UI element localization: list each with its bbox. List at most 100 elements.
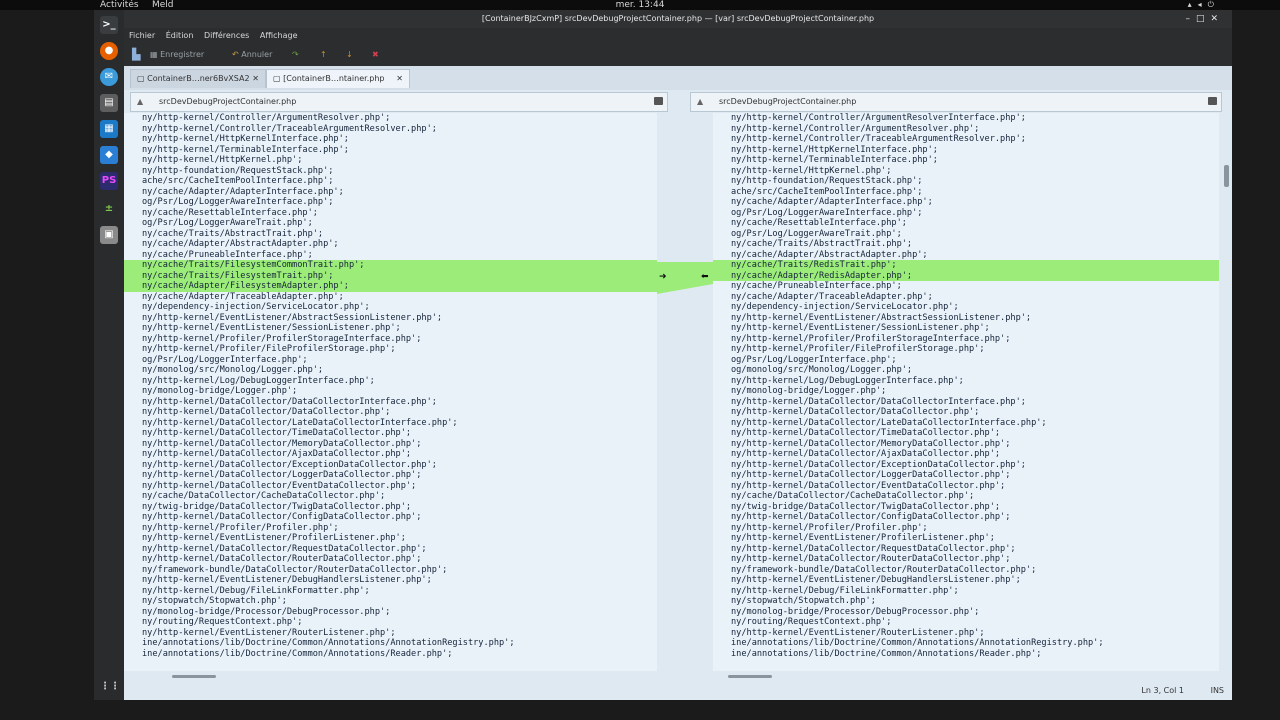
code-line[interactable]: ny/http-kernel/Profiler/FileProfilerStor… bbox=[713, 344, 1219, 355]
code-line[interactable]: ny/http-kernel/TerminableInterface.php'; bbox=[713, 155, 1219, 166]
activities-button[interactable]: Activités bbox=[100, 0, 139, 10]
code-line[interactable]: ny/http-kernel/Profiler/FileProfilerStor… bbox=[124, 344, 657, 355]
menu-view[interactable]: Affichage bbox=[260, 31, 298, 40]
code-line[interactable]: ny/http-kernel/HttpKernelInterface.php'; bbox=[124, 134, 657, 145]
code-line[interactable]: ine/annotations/lib/Doctrine/Common/Anno… bbox=[713, 649, 1219, 660]
code-line[interactable]: ny/routing/RequestContext.php'; bbox=[124, 617, 657, 628]
code-line[interactable]: ny/http-kernel/DataCollector/ExceptionDa… bbox=[713, 460, 1219, 471]
code-line[interactable]: ny/http-kernel/DataCollector/LoggerDataC… bbox=[713, 470, 1219, 481]
code-line[interactable]: ny/http-kernel/EventListener/RouterListe… bbox=[124, 628, 657, 639]
tab-comparison-2[interactable]: ▢ [ContainerB…ntainer.php ✕ bbox=[266, 69, 410, 88]
code-line[interactable]: ny/cache/Adapter/FilesystemAdapter.php'; bbox=[124, 281, 657, 292]
new-icon[interactable]: ▙ bbox=[132, 48, 140, 62]
code-line[interactable]: ny/http-kernel/EventListener/DebugHandle… bbox=[124, 575, 657, 586]
code-line[interactable]: ine/annotations/lib/Doctrine/Common/Anno… bbox=[713, 638, 1219, 649]
code-line[interactable]: ny/cache/Adapter/TraceableAdapter.php'; bbox=[124, 292, 657, 303]
code-line[interactable]: ny/http-foundation/RequestStack.php'; bbox=[713, 176, 1219, 187]
code-line[interactable]: og/monolog/src/Monolog/Logger.php'; bbox=[713, 365, 1219, 376]
code-line[interactable]: ny/http-kernel/DataCollector/RequestData… bbox=[713, 544, 1219, 555]
code-line[interactable]: ny/http-kernel/EventListener/SessionList… bbox=[124, 323, 657, 334]
code-line[interactable]: ache/src/CacheItemPoolInterface.php'; bbox=[713, 187, 1219, 198]
code-line[interactable]: ny/twig-bridge/DataCollector/TwigDataCol… bbox=[713, 502, 1219, 513]
right-horizontal-scrollbar[interactable] bbox=[728, 675, 772, 678]
code-line[interactable]: ny/http-kernel/DataCollector/EventDataCo… bbox=[124, 481, 657, 492]
tab-comparison-1[interactable]: ▢ ContainerB…ner6BvXSA2 ✕ bbox=[130, 69, 266, 88]
tab-close-icon[interactable]: ✕ bbox=[252, 70, 259, 88]
code-line[interactable]: ny/http-kernel/EventListener/RouterListe… bbox=[713, 628, 1219, 639]
code-line[interactable]: ny/http-kernel/EventListener/AbstractSes… bbox=[713, 313, 1219, 324]
code-line[interactable]: ny/cache/Adapter/AdapterInterface.php'; bbox=[124, 187, 657, 198]
code-line[interactable]: ny/cache/Adapter/TraceableAdapter.php'; bbox=[713, 292, 1219, 303]
code-line[interactable]: ny/cache/Traits/FilesystemCommonTrait.ph… bbox=[124, 260, 657, 271]
code-line[interactable]: ny/http-kernel/DataCollector/EventDataCo… bbox=[713, 481, 1219, 492]
code-line[interactable]: ny/http-kernel/DataCollector/MemoryDataC… bbox=[124, 439, 657, 450]
code-line[interactable]: ny/monolog-bridge/Logger.php'; bbox=[713, 386, 1219, 397]
code-line[interactable]: ny/cache/PruneableInterface.php'; bbox=[713, 281, 1219, 292]
code-line[interactable]: ny/routing/RequestContext.php'; bbox=[713, 617, 1219, 628]
code-line[interactable]: ny/http-kernel/DataCollector/RouterDataC… bbox=[713, 554, 1219, 565]
menu-changes[interactable]: Différences bbox=[204, 31, 249, 40]
code-line[interactable]: ny/cache/PruneableInterface.php'; bbox=[124, 250, 657, 261]
menu-file[interactable]: Fichier bbox=[129, 31, 155, 40]
close-icon[interactable]: ✕ bbox=[1210, 14, 1224, 24]
code-line[interactable]: ny/http-kernel/DataCollector/RequestData… bbox=[124, 544, 657, 555]
code-line[interactable]: ny/monolog-bridge/Logger.php'; bbox=[124, 386, 657, 397]
code-line[interactable]: ny/cache/Adapter/AbstractAdapter.php'; bbox=[713, 250, 1219, 261]
meld-icon[interactable]: ▣ bbox=[100, 226, 118, 244]
undo-button[interactable]: ↶ Annuler bbox=[232, 48, 272, 62]
app-grid-icon[interactable]: ⋮⋮ bbox=[100, 678, 120, 696]
code-line[interactable]: ny/http-kernel/Controller/ArgumentResolv… bbox=[124, 113, 657, 124]
code-line[interactable]: ny/stopwatch/Stopwatch.php'; bbox=[713, 596, 1219, 607]
left-file-name[interactable]: srcDevDebugProjectContainer.php bbox=[159, 93, 296, 111]
code-line[interactable]: ny/dependency-injection/ServiceLocator.p… bbox=[713, 302, 1219, 313]
code-line[interactable]: ny/http-kernel/EventListener/ProfilerLis… bbox=[713, 533, 1219, 544]
code-line[interactable]: ny/cache/DataCollector/CacheDataCollecto… bbox=[124, 491, 657, 502]
code-line[interactable]: ny/cache/Traits/AbstractTrait.php'; bbox=[124, 229, 657, 240]
code-line[interactable]: ny/http-kernel/Debug/FileLinkFormatter.p… bbox=[713, 586, 1219, 597]
code-line[interactable]: ny/http-kernel/DataCollector/LateDataCol… bbox=[124, 418, 657, 429]
thunderbird-icon[interactable]: ✉ bbox=[100, 68, 118, 86]
code-line[interactable]: ny/http-kernel/DataCollector/MemoryDataC… bbox=[713, 439, 1219, 450]
right-editor-pane[interactable]: ny/http-kernel/Controller/ArgumentResolv… bbox=[713, 113, 1219, 671]
code-line[interactable]: ny/http-kernel/EventListener/SessionList… bbox=[713, 323, 1219, 334]
code-line[interactable]: ny/cache/Traits/FilesystemTrait.php'; bbox=[124, 270, 657, 281]
code-line[interactable]: ny/http-kernel/DataCollector/AjaxDataCol… bbox=[713, 449, 1219, 460]
code-line[interactable]: ache/src/CacheItemPoolInterface.php'; bbox=[124, 176, 657, 187]
code-line[interactable]: og/Psr/Log/LoggerAwareTrait.php'; bbox=[124, 218, 657, 229]
code-line[interactable]: ny/http-kernel/DataCollector/DataCollect… bbox=[713, 407, 1219, 418]
code-line[interactable]: ny/http-kernel/Profiler/ProfilerStorageI… bbox=[124, 334, 657, 345]
terminal-icon[interactable]: >_ bbox=[100, 16, 118, 34]
code-line[interactable]: ny/cache/Adapter/AbstractAdapter.php'; bbox=[124, 239, 657, 250]
code-line[interactable]: ny/http-kernel/Controller/TraceableArgum… bbox=[124, 124, 657, 135]
code-line[interactable]: ny/http-kernel/DataCollector/ConfigDataC… bbox=[713, 512, 1219, 523]
code-line[interactable]: ny/http-kernel/TerminableInterface.php'; bbox=[124, 145, 657, 156]
code-line[interactable]: ny/http-kernel/DataCollector/DataCollect… bbox=[713, 397, 1219, 408]
app-menu[interactable]: Meld bbox=[152, 0, 174, 10]
code-line[interactable]: ny/dependency-injection/ServiceLocator.p… bbox=[124, 302, 657, 313]
code-line[interactable]: ny/http-kernel/DataCollector/DataCollect… bbox=[124, 407, 657, 418]
copy-right-arrow-icon[interactable]: ➜ bbox=[659, 272, 667, 282]
redo-icon[interactable]: ↷ bbox=[292, 48, 299, 62]
code-line[interactable]: ny/http-kernel/DataCollector/TimeDataCol… bbox=[124, 428, 657, 439]
save-file-icon[interactable] bbox=[654, 97, 663, 105]
stop-icon[interactable]: ✖ bbox=[372, 48, 379, 62]
code-line[interactable]: og/Psr/Log/LoggerAwareInterface.php'; bbox=[713, 208, 1219, 219]
left-horizontal-scrollbar[interactable] bbox=[172, 675, 216, 678]
code-line[interactable]: ny/http-kernel/DataCollector/LoggerDataC… bbox=[124, 470, 657, 481]
code-line[interactable]: ny/http-kernel/Controller/TraceableArgum… bbox=[713, 134, 1219, 145]
code-line[interactable]: ny/http-kernel/EventListener/AbstractSes… bbox=[124, 313, 657, 324]
code-line[interactable]: ny/http-kernel/Profiler/Profiler.php'; bbox=[713, 523, 1219, 534]
code-line[interactable]: og/Psr/Log/LoggerAwareTrait.php'; bbox=[713, 229, 1219, 240]
save-button[interactable]: ▦ Enregistrer bbox=[150, 48, 204, 62]
code-line[interactable]: ny/http-kernel/HttpKernelInterface.php'; bbox=[713, 145, 1219, 156]
notes-icon[interactable]: ▦ bbox=[100, 120, 118, 138]
code-line[interactable]: ny/cache/DataCollector/CacheDataCollecto… bbox=[713, 491, 1219, 502]
code-line[interactable]: ny/framework-bundle/DataCollector/Router… bbox=[713, 565, 1219, 576]
menu-edit[interactable]: Édition bbox=[166, 31, 194, 40]
save-file-icon[interactable] bbox=[1208, 97, 1217, 105]
code-line[interactable]: ny/http-kernel/Debug/FileLinkFormatter.p… bbox=[124, 586, 657, 597]
code-line[interactable]: ny/http-kernel/EventListener/DebugHandle… bbox=[713, 575, 1219, 586]
code-line[interactable]: ny/http-kernel/HttpKernel.php'; bbox=[124, 155, 657, 166]
code-line[interactable]: ny/cache/Adapter/AdapterInterface.php'; bbox=[713, 197, 1219, 208]
code-line[interactable]: ny/http-foundation/RequestStack.php'; bbox=[124, 166, 657, 177]
